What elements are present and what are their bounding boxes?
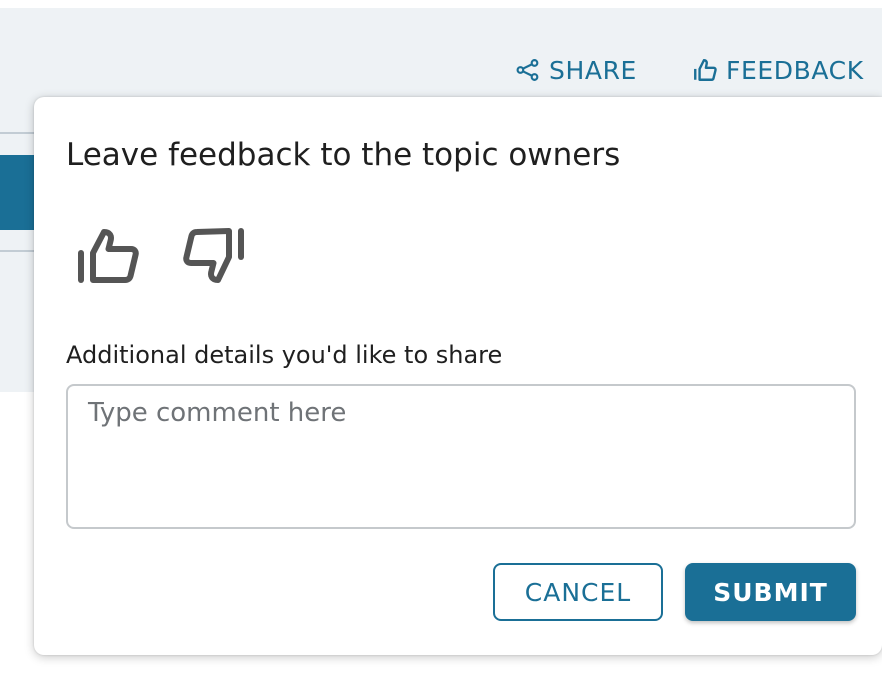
- thumb-up-button[interactable]: [70, 225, 146, 291]
- thumb-up-icon: [73, 225, 143, 291]
- thumb-down-icon: [179, 225, 249, 291]
- top-strip: [0, 0, 882, 8]
- cancel-button[interactable]: CANCEL: [493, 563, 663, 621]
- feedback-label: FEEDBACK: [726, 55, 864, 85]
- share-button[interactable]: SHARE: [515, 52, 637, 88]
- thumb-down-button[interactable]: [176, 225, 252, 291]
- comment-input[interactable]: [66, 384, 856, 529]
- feedback-button[interactable]: FEEDBACK: [692, 52, 864, 88]
- submit-button[interactable]: SUBMIT: [685, 563, 856, 621]
- details-label: Additional details you'd like to share: [66, 341, 503, 369]
- app-screen: SHARE FEEDBACK Leave feedback to the top…: [0, 0, 882, 677]
- thumb-up-icon: [692, 57, 718, 83]
- share-label: SHARE: [549, 55, 637, 85]
- popover-title: Leave feedback to the topic owners: [66, 137, 621, 173]
- share-icon: [515, 57, 541, 83]
- feedback-popover: Leave feedback to the topic owners Addit…: [34, 97, 882, 655]
